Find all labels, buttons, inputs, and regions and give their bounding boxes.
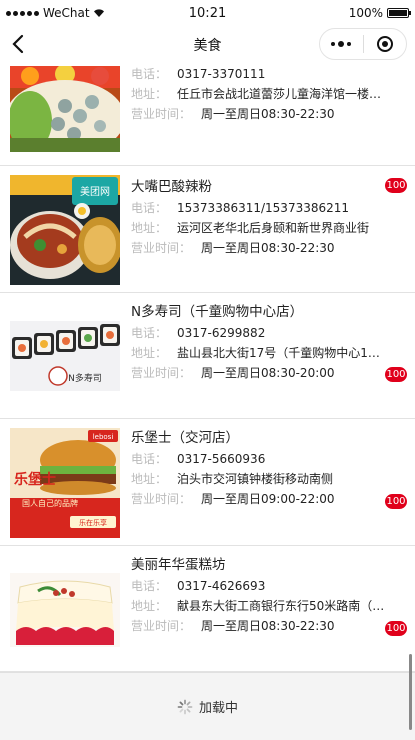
address-label: 地址： [131,346,168,360]
address-label: 地址： [131,87,168,101]
item-info: 大嘴巴酸辣粉 电话： 15373386311/15373386211 地址： 运河区… [131,176,407,258]
hours-label: 营业时间： [131,492,192,506]
item-info: 美丽年华蛋糕坊 电话： 0317-4626693 地址： 献县东大街工商银行东行50… [131,554,407,636]
address-row: 地址： 献县东大街工商银行东行50米路南（春… [131,596,389,616]
address-value: 任丘市会战北道蕾莎儿童海洋馆一楼底… [177,87,389,101]
hours-row: 营业时间： 周一至周日08:30-22:30 [131,238,389,258]
list-item[interactable]: 电话： 0317-3370111 地址： 任丘市会战北道蕾莎儿童海洋馆一楼底… 营业… [0,56,415,166]
status-left: WeChat [6,6,156,20]
address-row: 地址： 运河区老华北后身颐和新世界商业街 [131,218,389,238]
hours-label: 营业时间： [131,619,192,633]
phone-value: 15373386311/15373386211 [177,201,350,215]
phone-row: 电话： 0317-6299882 [131,323,389,343]
address-label: 地址： [131,599,168,613]
battery-icon [387,8,411,18]
hours-label: 营业时间： [131,107,192,121]
signal-icon [6,10,39,16]
phone-row: 电话： 0317-3370111 [131,64,389,84]
rating-badge: 100 [385,494,407,509]
hours-row: 营业时间： 周一至周日08:30-22:30 [131,616,389,636]
address-label: 地址： [131,472,168,486]
phone-label: 电话： [131,579,168,593]
phone-value: 0317-6299882 [177,326,266,340]
address-label: 地址： [131,221,168,235]
hours-value: 周一至周日09:00-22:00 [201,492,335,506]
hours-value: 周一至周日08:30-22:30 [201,619,335,633]
close-mini-program-button[interactable] [364,29,407,59]
item-info: 乐堡士（交河店） 电话： 0317-5660936 地址： 泊头市交河镇钟楼街移动南… [131,427,407,509]
phone-label: 电话： [131,326,168,340]
burger-slogan-text: 乐在乐享 [79,518,107,527]
burger-brand-text: lebosi [93,433,114,441]
page-title: 美食 [193,38,222,54]
back-arrow-icon[interactable] [8,32,30,56]
rating-badge: 100 [385,621,407,636]
carrier-label: WeChat [43,6,90,20]
item-info: 电话： 0317-3370111 地址： 任丘市会战北道蕾莎儿童海洋馆一楼底… 营业… [131,64,407,124]
burger-title-text: 乐堡士 [14,471,56,488]
address-value: 盐山县北大街17号（千童购物中心1层… [177,346,389,360]
loading-indicator: 加载中 [0,672,415,740]
phone-value: 0317-3370111 [177,67,266,81]
item-info: N多寿司（千童购物中心店） 电话： 0317-6299882 地址： 盐山县北大街1… [131,301,407,383]
phone-value: 0317-5660936 [177,452,266,466]
restaurant-name: N多寿司（千童购物中心店） [131,304,304,320]
status-right: 100% [259,6,411,20]
restaurant-name: 大嘴巴酸辣粉 [131,179,212,195]
rating-badge: 100 [385,178,407,193]
item-image-cake [10,573,120,647]
hours-value: 周一至周日08:30-22:30 [201,107,335,121]
more-menu-button[interactable] [320,29,363,59]
hours-label: 营业时间： [131,241,192,255]
wifi-icon [93,9,104,17]
phone-value: 0317-4626693 [177,579,266,593]
address-value: 运河区老华北后身颐和新世界商业街 [177,221,370,235]
phone-label: 电话： [131,452,168,466]
phone-row: 电话： 15373386311/15373386211 [131,198,389,218]
hours-value: 周一至周日08:30-20:00 [201,366,335,380]
address-value: 献县东大街工商银行东行50米路南（春… [177,599,389,613]
sushi-brand-text: N多寿司 [68,372,102,384]
phone-label: 电话： [131,67,168,81]
list-item[interactable]: N多寿司 N多寿司（千童购物中心店） 电话： 0317-6299882 地址： 盐山… [0,293,415,419]
hours-row: 营业时间： 周一至周日09:00-22:00 [131,489,389,509]
spinner-icon [177,699,193,714]
hours-row: 营业时间： 周一至周日08:30-22:30 [131,104,389,124]
hours-value: 周一至周日08:30-22:30 [201,241,335,255]
restaurant-name: 美丽年华蛋糕坊 [131,557,226,573]
phone-row: 电话： 0317-5660936 [131,449,389,469]
battery-percent: 100% [348,6,383,20]
item-image-burger: lebosi 乐堡士 国人自己的品牌 乐在乐享 [10,428,120,538]
hours-label: 营业时间： [131,366,192,380]
address-row: 地址： 泊头市交河镇钟楼街移动南侧 [131,469,389,489]
noodle-brand-text: 美团网 [80,185,110,198]
close-circle-icon [376,36,393,52]
phone-label: 电话： [131,201,168,215]
scrollbar[interactable] [409,654,412,730]
loading-text: 加载中 [198,701,238,716]
rating-badge: 100 [385,367,407,382]
list-item[interactable]: 美团网 大嘴巴酸辣粉 电话： 15373386311/15373386211 地址… [0,166,415,293]
burger-tagline-text: 国人自己的品牌 [22,498,78,508]
address-row: 地址： 盐山县北大街17号（千童购物中心1层… [131,343,389,363]
restaurant-name: 乐堡士（交河店） [131,430,239,446]
item-image-sushi: N多寿司 [10,321,120,391]
address-row: 地址： 任丘市会战北道蕾莎儿童海洋馆一楼底… [131,84,389,104]
item-image-fruit-cake [10,66,120,152]
status-bar: WeChat 10:21 100% [0,0,415,26]
address-value: 泊头市交河镇钟楼街移动南侧 [177,472,334,486]
item-image-noodles: 美团网 [10,175,120,285]
phone-row: 电话： 0317-4626693 [131,576,389,596]
list-item[interactable]: lebosi 乐堡士 国人自己的品牌 乐在乐享 乐堡士（交河店） 电话： 0317… [0,419,415,546]
status-time: 10:21 [188,5,227,21]
hours-row: 营业时间： 周一至周日08:30-20:00 [131,363,389,383]
list-item[interactable]: 美丽年华蛋糕坊 电话： 0317-4626693 地址： 献县东大街工商银行东行50… [0,546,415,672]
